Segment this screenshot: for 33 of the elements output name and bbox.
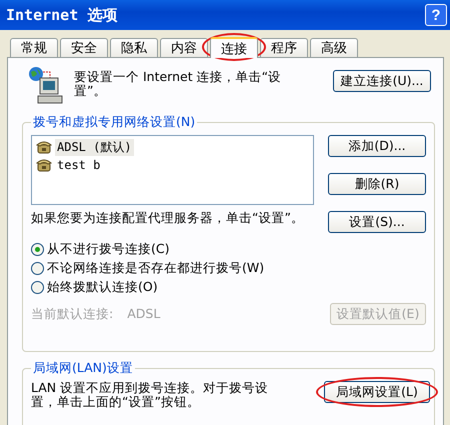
lan-text: LAN 设置不应用到拨号连接。对于拨号设置，单击上面的“设置”按钮。 <box>31 381 270 409</box>
connection-item[interactable]: test b <box>55 158 102 172</box>
tab[interactable]: 连接 <box>210 37 258 58</box>
current-default-label: 当前默认连接: <box>31 307 114 321</box>
setup-connection-button[interactable]: 建立连接(U)... <box>333 70 431 92</box>
tab[interactable]: 高级 <box>310 38 358 57</box>
dialup-button[interactable]: 删除(R) <box>328 173 426 195</box>
tab[interactable]: 常规 <box>10 38 58 57</box>
help-button[interactable]: ? <box>425 4 447 26</box>
dialup-button[interactable]: 添加(D)... <box>328 135 426 157</box>
proxy-text: 如果您要为连接配置代理服务器，单击“设置”。 <box>31 211 305 227</box>
radio-label: 始终拨默认连接(O) <box>47 278 158 296</box>
radio-button[interactable] <box>31 262 44 274</box>
phone-icon <box>36 139 52 155</box>
lan-settings-button[interactable]: 局域网设置(L) <box>324 381 430 403</box>
radio-label: 从不进行拨号连接(C) <box>47 240 170 258</box>
tab[interactable]: 安全 <box>60 38 108 57</box>
tab[interactable]: 程序 <box>260 38 308 57</box>
connection-list[interactable]: ADSL (默认) test b <box>31 135 314 205</box>
current-default-value: ADSL <box>127 307 160 321</box>
connection-item[interactable]: ADSL (默认) <box>55 138 134 156</box>
radio-button[interactable] <box>31 280 44 294</box>
window-title: Internet 选项 <box>6 6 118 24</box>
radio-label: 不论网络连接是否存在都进行拨号(W) <box>47 260 264 276</box>
network-computer-icon <box>28 66 64 106</box>
settings-button[interactable]: 设置(S)... <box>328 211 426 233</box>
radio-button[interactable] <box>31 242 44 256</box>
phone-icon <box>36 157 52 173</box>
tab[interactable]: 隐私 <box>110 38 158 57</box>
setup-text: 要设置一个 Internet 连接，单击“设置”。 <box>74 70 282 98</box>
tab[interactable]: 内容 <box>160 38 208 57</box>
group-title: 局域网(LAN)设置 <box>32 360 134 377</box>
group-title: 拨号和虚拟专用网络设置(N) <box>32 114 196 131</box>
